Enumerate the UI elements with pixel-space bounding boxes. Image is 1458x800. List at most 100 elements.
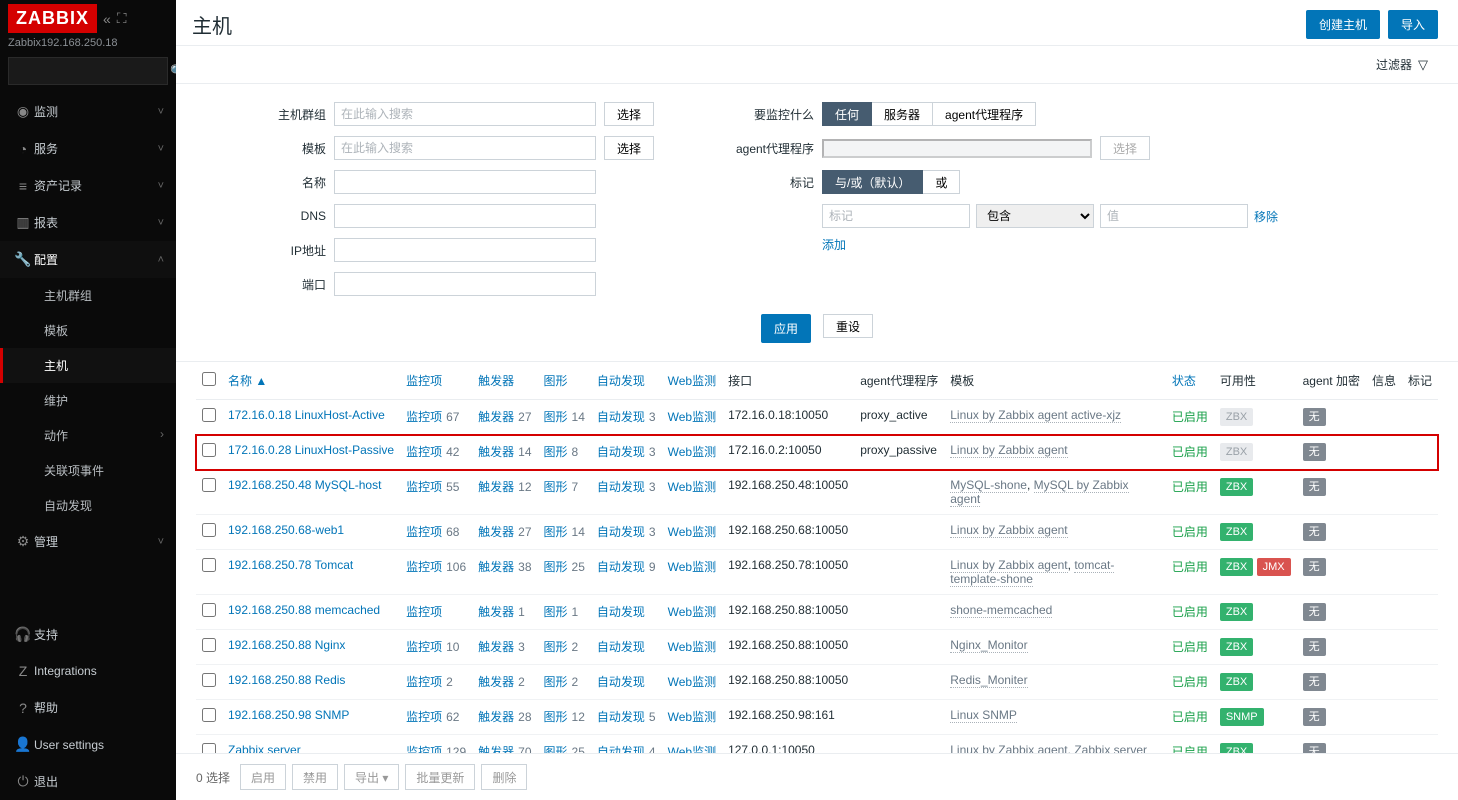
graphs-link[interactable]: 图形 [544, 445, 568, 459]
web-link[interactable]: Web监测 [668, 605, 716, 619]
sidebar-search[interactable]: 🔍 [8, 57, 168, 85]
row-checkbox[interactable] [202, 708, 216, 722]
nav-item[interactable]: ⚙管理˅ [0, 523, 176, 560]
reset-button[interactable]: 重设 [823, 314, 873, 338]
web-link[interactable]: Web监测 [668, 480, 716, 494]
nav-item[interactable]: ◔服务˅ [0, 130, 176, 167]
row-checkbox[interactable] [202, 478, 216, 492]
tag-add-link[interactable]: 添加 [822, 236, 1278, 253]
template-link[interactable]: Linux by Zabbix agent [950, 523, 1067, 538]
row-checkbox[interactable] [202, 743, 216, 753]
triggers-link[interactable]: 触发器 [478, 745, 514, 753]
graphs-link[interactable]: 图形 [544, 560, 568, 574]
discovery-link[interactable]: 自动发现 [597, 445, 645, 459]
filter-toggle[interactable]: 过滤器 ▽ [1366, 50, 1438, 79]
triggers-link[interactable]: 触发器 [478, 605, 514, 619]
select-button[interactable]: 选择 [604, 102, 654, 126]
select-button[interactable]: 选择 [604, 136, 654, 160]
subnav-item[interactable]: 自动发现 [0, 488, 176, 523]
host-link[interactable]: 192.168.250.88 memcached [228, 603, 380, 617]
seg-option[interactable]: agent代理程序 [933, 102, 1036, 126]
row-checkbox[interactable] [202, 603, 216, 617]
seg-option[interactable]: 或 [923, 170, 960, 194]
bulk-action-button[interactable]: 禁用 [292, 764, 338, 790]
graphs-link[interactable]: 图形 [544, 710, 568, 724]
status-link[interactable]: 已启用 [1172, 710, 1208, 724]
nav-item[interactable]: 🔧配置˄ [0, 241, 176, 278]
table-header[interactable]: 名称 ▲ [222, 362, 400, 400]
discovery-link[interactable]: 自动发现 [597, 710, 645, 724]
nav-item[interactable]: ▥报表˅ [0, 204, 176, 241]
tag-key-input[interactable] [822, 204, 970, 228]
nav-item[interactable]: 👤User settings [0, 726, 176, 763]
host-link[interactable]: 192.168.250.78 Tomcat [228, 558, 353, 572]
nav-item[interactable]: 🎧支持 [0, 616, 176, 653]
web-link[interactable]: Web监测 [668, 525, 716, 539]
subnav-item[interactable]: 主机群组 [0, 278, 176, 313]
host-link[interactable]: 172.16.0.28 LinuxHost-Passive [228, 443, 394, 457]
table-header[interactable]: 监控项 [400, 362, 472, 400]
discovery-link[interactable]: 自动发现 [597, 640, 645, 654]
host-link[interactable]: 192.168.250.88 Redis [228, 673, 345, 687]
triggers-link[interactable]: 触发器 [478, 710, 514, 724]
web-link[interactable]: Web监测 [668, 675, 716, 689]
filter-input[interactable] [334, 272, 596, 296]
table-header[interactable]: 图形 [538, 362, 591, 400]
subnav-item[interactable]: 维护 [0, 383, 176, 418]
bulk-action-button[interactable]: 批量更新 [405, 764, 475, 790]
row-checkbox[interactable] [202, 443, 216, 457]
items-link[interactable]: 监控项 [406, 640, 442, 654]
status-link[interactable]: 已启用 [1172, 605, 1208, 619]
collapse-icon[interactable]: « [103, 11, 111, 27]
subnav-item[interactable]: 主机 [0, 348, 176, 383]
filter-input[interactable] [334, 238, 596, 262]
status-link[interactable]: 已启用 [1172, 480, 1208, 494]
row-checkbox[interactable] [202, 673, 216, 687]
row-checkbox[interactable] [202, 558, 216, 572]
table-header[interactable]: Web监测 [662, 362, 722, 400]
template-link[interactable]: Linux by Zabbix agent [950, 443, 1067, 458]
nav-item[interactable]: ◉监测˅ [0, 93, 176, 130]
discovery-link[interactable]: 自动发现 [597, 525, 645, 539]
nav-item[interactable]: ≡资产记录˅ [0, 167, 176, 204]
triggers-link[interactable]: 触发器 [478, 480, 514, 494]
apply-button[interactable]: 应用 [761, 314, 811, 343]
seg-option[interactable]: 服务器 [872, 102, 933, 126]
template-link[interactable]: Linux by Zabbix agent [950, 743, 1067, 753]
status-link[interactable]: 已启用 [1172, 675, 1208, 689]
graphs-link[interactable]: 图形 [544, 480, 568, 494]
table-header[interactable]: 触发器 [472, 362, 537, 400]
filter-input[interactable] [334, 204, 596, 228]
subnav-item[interactable]: 动作› [0, 418, 176, 453]
row-checkbox[interactable] [202, 638, 216, 652]
web-link[interactable]: Web监测 [668, 640, 716, 654]
row-checkbox[interactable] [202, 523, 216, 537]
template-link[interactable]: Linux by Zabbix agent active-xjz [950, 408, 1121, 423]
graphs-link[interactable]: 图形 [544, 605, 568, 619]
filter-input[interactable] [334, 136, 596, 160]
host-link[interactable]: 192.168.250.48 MySQL-host [228, 478, 381, 492]
discovery-link[interactable]: 自动发现 [597, 675, 645, 689]
graphs-link[interactable]: 图形 [544, 640, 568, 654]
status-link[interactable]: 已启用 [1172, 640, 1208, 654]
select-all-checkbox[interactable] [202, 372, 216, 386]
row-checkbox[interactable] [202, 408, 216, 422]
host-link[interactable]: 172.16.0.18 LinuxHost-Active [228, 408, 385, 422]
items-link[interactable]: 监控项 [406, 410, 442, 424]
template-link[interactable]: Linux by Zabbix agent [950, 558, 1067, 573]
create-host-button[interactable]: 创建主机 [1306, 10, 1380, 39]
bulk-action-button[interactable]: 启用 [240, 764, 286, 790]
status-link[interactable]: 已启用 [1172, 410, 1208, 424]
template-link[interactable]: MySQL-shone [950, 478, 1027, 493]
graphs-link[interactable]: 图形 [544, 410, 568, 424]
seg-option[interactable]: 与/或（默认） [822, 170, 923, 194]
template-link[interactable]: Linux SNMP [950, 708, 1017, 723]
tag-op-select[interactable]: 包含 [976, 204, 1094, 228]
subnav-item[interactable]: 模板 [0, 313, 176, 348]
tag-remove-link[interactable]: 移除 [1254, 208, 1278, 225]
nav-item[interactable]: ⏻退出 [0, 763, 176, 800]
status-link[interactable]: 已启用 [1172, 745, 1208, 753]
triggers-link[interactable]: 触发器 [478, 640, 514, 654]
discovery-link[interactable]: 自动发现 [597, 605, 645, 619]
status-link[interactable]: 已启用 [1172, 445, 1208, 459]
